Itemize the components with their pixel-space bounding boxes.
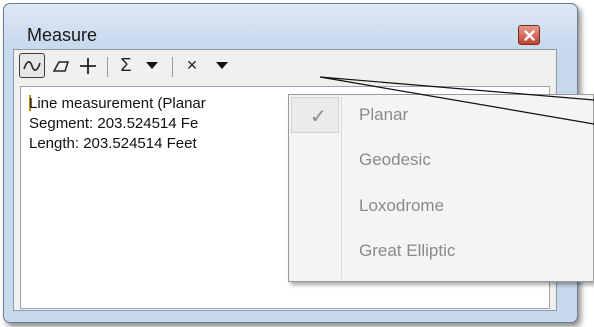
callout-lines <box>319 76 594 125</box>
